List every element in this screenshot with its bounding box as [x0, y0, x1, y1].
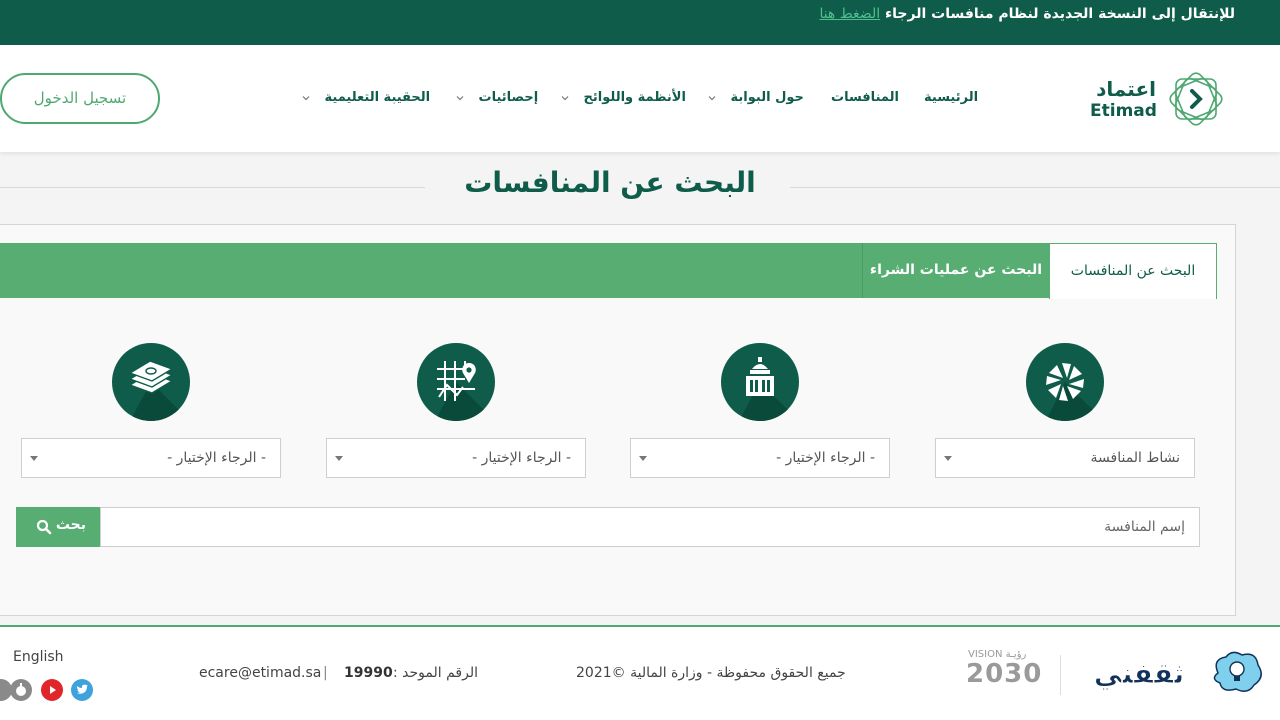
dropdown-arrow-icon [335, 456, 343, 461]
map-location-icon [417, 343, 495, 421]
value-range-select-value: - الرجاء الإختيار - [167, 450, 266, 466]
activity-select[interactable]: نشاط المنافسة [935, 438, 1195, 478]
unified-phone-label: الرقم الموحد : [393, 665, 478, 681]
nav-regulations[interactable]: الأنظمة واللوائح [561, 90, 686, 110]
chevron-down-icon [302, 95, 310, 100]
watermark-text: ثقفني [1093, 657, 1185, 691]
activity-select-value: نشاط المنافسة [1090, 450, 1180, 466]
unified-phone-number: 19990 [344, 665, 393, 681]
region-select[interactable]: - الرجاء الإختيار - [326, 438, 586, 478]
etimad-logo[interactable]: اعتماد Etimad [1090, 63, 1240, 135]
login-button[interactable]: تسجيل الدخول [0, 73, 160, 124]
logo-star-icon [1169, 72, 1223, 126]
nav-training-label: الحقيبة التعليمية [324, 90, 431, 105]
new-version-link[interactable]: الضغط هنا [819, 6, 880, 22]
tender-name-input[interactable] [100, 507, 1200, 547]
announcement-message: للإنتقال إلى النسخة الجديدة لنظام منافسا… [884, 6, 1235, 22]
title-divider-left [0, 187, 425, 188]
dropdown-arrow-icon [30, 456, 38, 461]
money-icon [112, 343, 190, 421]
tab-purchase-search[interactable]: البحث عن عمليات الشراء [862, 243, 1049, 298]
lightbulb-icon [1213, 651, 1262, 692]
page-title: البحث عن المنافسات [464, 166, 756, 199]
search-button[interactable]: بحث [16, 507, 100, 547]
region-select-value: - الرجاء الإختيار - [472, 450, 571, 466]
nav-about[interactable]: حول البوابة [708, 90, 804, 110]
youtube-icon[interactable] [41, 679, 63, 701]
nav-home-label: الرئيسية [924, 90, 979, 105]
chevron-down-icon [456, 95, 464, 100]
language-switch[interactable]: English [13, 649, 64, 665]
nav-training[interactable]: الحقيبة التعليمية [302, 90, 430, 110]
chevron-down-icon [561, 95, 569, 100]
twitter-icon[interactable] [71, 679, 93, 701]
agency-select[interactable]: - الرجاء الإختيار - [630, 438, 890, 478]
nav-about-label: حول البوابة [730, 90, 804, 105]
dropdown-arrow-icon [944, 456, 952, 461]
logo-english-text: Etimad [1090, 101, 1157, 121]
site-footer: English ecare@etimad.sa | 19990 الرقم ال… [0, 625, 1280, 720]
announcement-text: للإنتقال إلى النسخة الجديدة لنظام منافسا… [819, 6, 1235, 22]
nav-statistics-label: إحصائيات [478, 90, 539, 105]
support-email[interactable]: ecare@etimad.sa [199, 665, 321, 681]
footer-separator [1060, 655, 1061, 695]
copyright-text: جميع الحقوق محفوظة - وزارة المالية ©2021 [576, 665, 846, 681]
footer-divider: | [323, 665, 328, 681]
site-header: اعتماد Etimad الرئيسية المنافسات حول الب… [0, 45, 1280, 152]
announcement-bar: للإنتقال إلى النسخة الجديدة لنظام منافسا… [0, 0, 1280, 45]
nav-regulations-label: الأنظمة واللوائح [583, 90, 686, 105]
nav-tenders-label: المنافسات [831, 90, 899, 105]
agency-select-value: - الرجاء الإختيار - [776, 450, 875, 466]
activity-icon [1026, 343, 1104, 421]
chevron-down-icon [708, 95, 716, 100]
nav-home[interactable]: الرئيسية [924, 90, 978, 110]
vision-year: 2030 [966, 659, 1043, 689]
government-building-icon [721, 343, 799, 421]
value-range-select[interactable]: - الرجاء الإختيار - [21, 438, 281, 478]
search-icon [36, 519, 52, 535]
logo-arabic-text: اعتماد [1096, 77, 1156, 101]
tab-tender-search[interactable]: البحث عن المنافسات [1049, 243, 1217, 299]
nav-tenders[interactable]: المنافسات [831, 90, 899, 110]
watermark-logo: ثقفني [1064, 643, 1264, 709]
nav-statistics[interactable]: إحصائيات [456, 90, 538, 110]
search-button-label: بحث [55, 517, 86, 533]
vision-2030-logo: VISION رؤيـة 2030 [966, 649, 1046, 699]
title-divider-right [790, 187, 1280, 188]
dropdown-arrow-icon [639, 456, 647, 461]
apple-icon[interactable] [10, 679, 32, 701]
